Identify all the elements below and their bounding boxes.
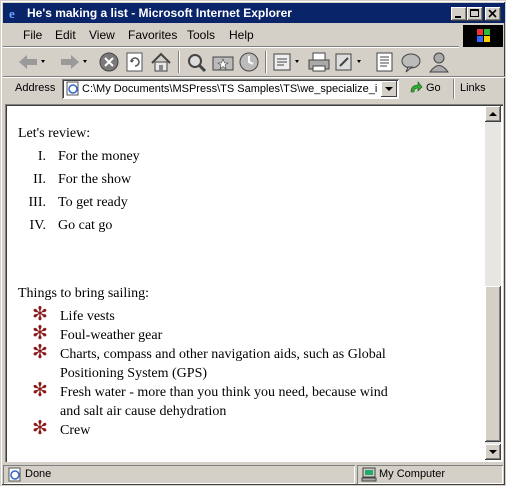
zone-text: My Computer [379, 468, 446, 480]
toolbar-separator [178, 51, 180, 73]
menu-edit[interactable]: Edit [55, 28, 76, 42]
menu-bar: File Edit View Favorites Tools Help [3, 25, 459, 45]
menu-file[interactable]: File [23, 28, 42, 42]
edit-icon[interactable] [333, 51, 365, 73]
close-button[interactable] [485, 7, 501, 21]
status-bar: Done My Computer [3, 464, 505, 485]
chevron-down-icon [385, 87, 393, 91]
menu-tools[interactable]: Tools [187, 28, 215, 42]
scroll-down-icon [489, 450, 497, 454]
review-text: Go cat go [58, 218, 113, 233]
asterisk-bullet-icon: ✻ [32, 417, 48, 439]
page-done-icon [8, 467, 21, 482]
review-text: For the money [58, 149, 140, 164]
refresh-icon[interactable] [124, 51, 146, 73]
status-text: Done [25, 468, 52, 480]
page-content: Let's review: I. For the money II. For the … [5, 104, 503, 462]
review-numeral: IV. [29, 218, 46, 233]
address-url: C:\My Documents\MSPress\TS Samples\TS\we… [82, 83, 378, 95]
svg-text:e: e [9, 6, 15, 20]
sailing-item-text: and salt air cause dehydration [60, 404, 227, 419]
back-arrow-icon[interactable] [15, 51, 45, 73]
toolbar-separator [265, 51, 267, 73]
sailing-item-text: Charts, compass and other navigation aid… [60, 347, 386, 362]
review-item: II. For the show [18, 172, 218, 190]
review-text: To get ready [58, 195, 128, 210]
ie-logo-icon: e [7, 6, 22, 20]
my-computer-icon [361, 467, 377, 482]
asterisk-bullet-icon: ✻ [32, 379, 48, 401]
menu-view[interactable]: View [89, 28, 115, 42]
menu-favorites[interactable]: Favorites [128, 28, 177, 42]
sailing-item-text: Fresh water - more than you think you ne… [60, 385, 388, 400]
address-input[interactable]: C:\My Documents\MSPress\TS Samples\TS\we… [62, 79, 399, 99]
page-icon [66, 81, 79, 96]
links-button[interactable]: Links [460, 82, 486, 94]
scroll-down-button[interactable] [485, 444, 501, 460]
title-bar[interactable]: e He's making a list - Microsoft Interne… [3, 3, 505, 23]
minimize-icon [455, 16, 461, 18]
status-zone-pane: My Computer [357, 465, 503, 484]
sailing-item-text: Life vests [60, 309, 115, 324]
review-item: IV. Go cat go [18, 218, 218, 236]
address-label: Address [15, 82, 56, 94]
standard-toolbar [3, 48, 505, 76]
review-item: III. To get ready [18, 195, 218, 213]
scroll-up-button[interactable] [485, 106, 501, 122]
review-numeral: III. [28, 195, 47, 210]
sailing-heading: Things to bring sailing: [18, 286, 150, 301]
minimize-button[interactable] [451, 7, 467, 21]
review-heading: Let's review: [18, 126, 91, 141]
links-separator [453, 79, 455, 99]
address-bar: Address C:\My Documents\MSPress\TS Sampl… [3, 78, 505, 100]
sailing-item-text: Foul-weather gear [60, 328, 163, 343]
menu-help[interactable]: Help [229, 28, 254, 42]
messenger-icon[interactable] [399, 51, 423, 73]
windows-flag-icon [477, 29, 490, 42]
go-button[interactable]: Go [426, 82, 441, 94]
status-main-pane: Done [3, 465, 355, 484]
window-title: He's making a list - Microsoft Internet … [27, 6, 292, 20]
sailing-item-text: Positioning System (GPS) [60, 366, 208, 381]
forward-arrow-icon[interactable] [57, 51, 87, 73]
print-icon[interactable] [307, 51, 331, 73]
asterisk-bullet-icon: ✻ [32, 341, 48, 363]
scroll-thumb[interactable] [485, 286, 501, 442]
maximize-icon [470, 9, 479, 17]
review-item: I. For the money [18, 149, 218, 167]
stop-icon[interactable] [98, 51, 120, 73]
windows-logo [463, 25, 503, 47]
review-numeral: I. [37, 149, 46, 164]
review-text: For the show [58, 172, 132, 187]
close-icon [488, 9, 497, 18]
search-icon[interactable] [185, 51, 209, 73]
favorites-icon[interactable] [211, 51, 235, 73]
maximize-button[interactable] [467, 7, 483, 21]
vertical-scrollbar[interactable] [485, 106, 501, 460]
mail-icon[interactable] [271, 51, 303, 73]
user-icon[interactable] [427, 51, 451, 73]
history-icon[interactable] [237, 51, 261, 73]
go-arrow-icon[interactable] [409, 81, 423, 95]
scroll-up-icon [489, 112, 497, 116]
home-icon[interactable] [149, 51, 173, 73]
sailing-item-text: Crew [60, 423, 91, 438]
review-numeral: II. [33, 172, 46, 187]
address-dropdown-button[interactable] [381, 81, 397, 97]
browser-window: e He's making a list - Microsoft Interne… [0, 0, 506, 486]
discuss-icon[interactable] [373, 51, 397, 73]
